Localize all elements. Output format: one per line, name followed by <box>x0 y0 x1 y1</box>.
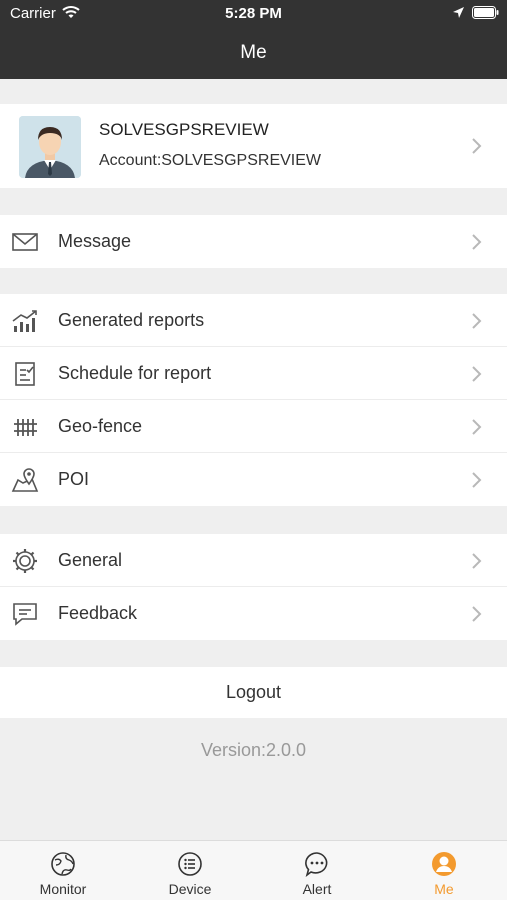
menu-item-label: Message <box>58 231 132 251</box>
avatar-person-icon <box>19 116 81 178</box>
chevron-right-icon <box>472 234 482 250</box>
version-label: Version:2.0.0 <box>200 740 307 760</box>
chevron-right-icon <box>472 472 482 488</box>
menu-item-label: General <box>58 550 123 570</box>
page-title: Me <box>240 42 267 63</box>
menu-group-message: Message <box>0 215 507 268</box>
tab-alert[interactable]: Alert <box>254 841 380 900</box>
chevron-right-icon <box>472 366 482 382</box>
fence-icon <box>14 419 37 436</box>
tab-label: Monitor <box>39 881 87 897</box>
gear-icon <box>13 549 37 573</box>
menu-item-poi[interactable]: POI <box>0 453 507 506</box>
tab-monitor[interactable]: Monitor <box>0 841 126 900</box>
menu-item-label: Generated reports <box>58 310 205 330</box>
menu-item-label: Geo-fence <box>58 416 143 436</box>
tab-bar: Monitor Device Alert Me <box>0 840 507 900</box>
app-header: Carrier 5:28 PM Me <box>0 0 507 79</box>
status-bar: Carrier 5:28 PM <box>0 0 507 28</box>
alert-bubble-icon <box>305 852 328 877</box>
clipboard-check-icon <box>15 362 35 386</box>
chevron-right-icon <box>472 606 482 622</box>
battery-icon <box>472 6 499 19</box>
me-person-icon <box>432 852 456 876</box>
profile-account: Account:SOLVESGPSREVIEW <box>99 152 322 169</box>
chevron-right-icon <box>472 419 482 435</box>
map-pin-icon <box>11 468 39 492</box>
tab-label: Device <box>168 881 212 897</box>
menu-item-general[interactable]: General <box>0 534 507 587</box>
clock: 5:28 PM <box>225 5 282 22</box>
chevron-right-icon <box>472 138 482 154</box>
menu-item-generated-reports[interactable]: Generated reports <box>0 294 507 347</box>
chevron-right-icon <box>472 313 482 329</box>
menu-item-schedule-for-report[interactable]: Schedule for report <box>0 347 507 400</box>
menu-group-settings: General Feedback <box>0 534 507 640</box>
tab-label: Alert <box>302 881 332 897</box>
profile-name: SOLVESGPSREVIEW <box>99 120 269 139</box>
menu-item-label: POI <box>58 469 90 489</box>
tab-device[interactable]: Device <box>127 841 253 900</box>
menu-item-feedback[interactable]: Feedback <box>0 587 507 640</box>
menu-item-geo-fence[interactable]: Geo-fence <box>0 400 507 453</box>
avatar <box>19 116 81 178</box>
profile-card[interactable] <box>0 104 507 188</box>
logout-button[interactable]: Logout <box>0 667 507 718</box>
menu-item-label: Feedback <box>58 603 138 623</box>
menu-item-label: Schedule for report <box>58 363 212 383</box>
device-list-icon <box>178 852 202 876</box>
tab-label: Me <box>434 881 454 897</box>
chevron-right-icon <box>472 553 482 569</box>
menu-item-message[interactable]: Message <box>0 215 507 268</box>
chart-trend-icon <box>12 310 37 332</box>
tab-me[interactable]: Me <box>381 841 507 900</box>
menu-group-tools: Generated reports Schedule for report Ge… <box>0 294 507 506</box>
monitor-icon <box>51 852 75 876</box>
location-arrow-icon <box>453 7 464 18</box>
feedback-icon <box>13 603 37 626</box>
envelope-icon <box>12 233 38 251</box>
